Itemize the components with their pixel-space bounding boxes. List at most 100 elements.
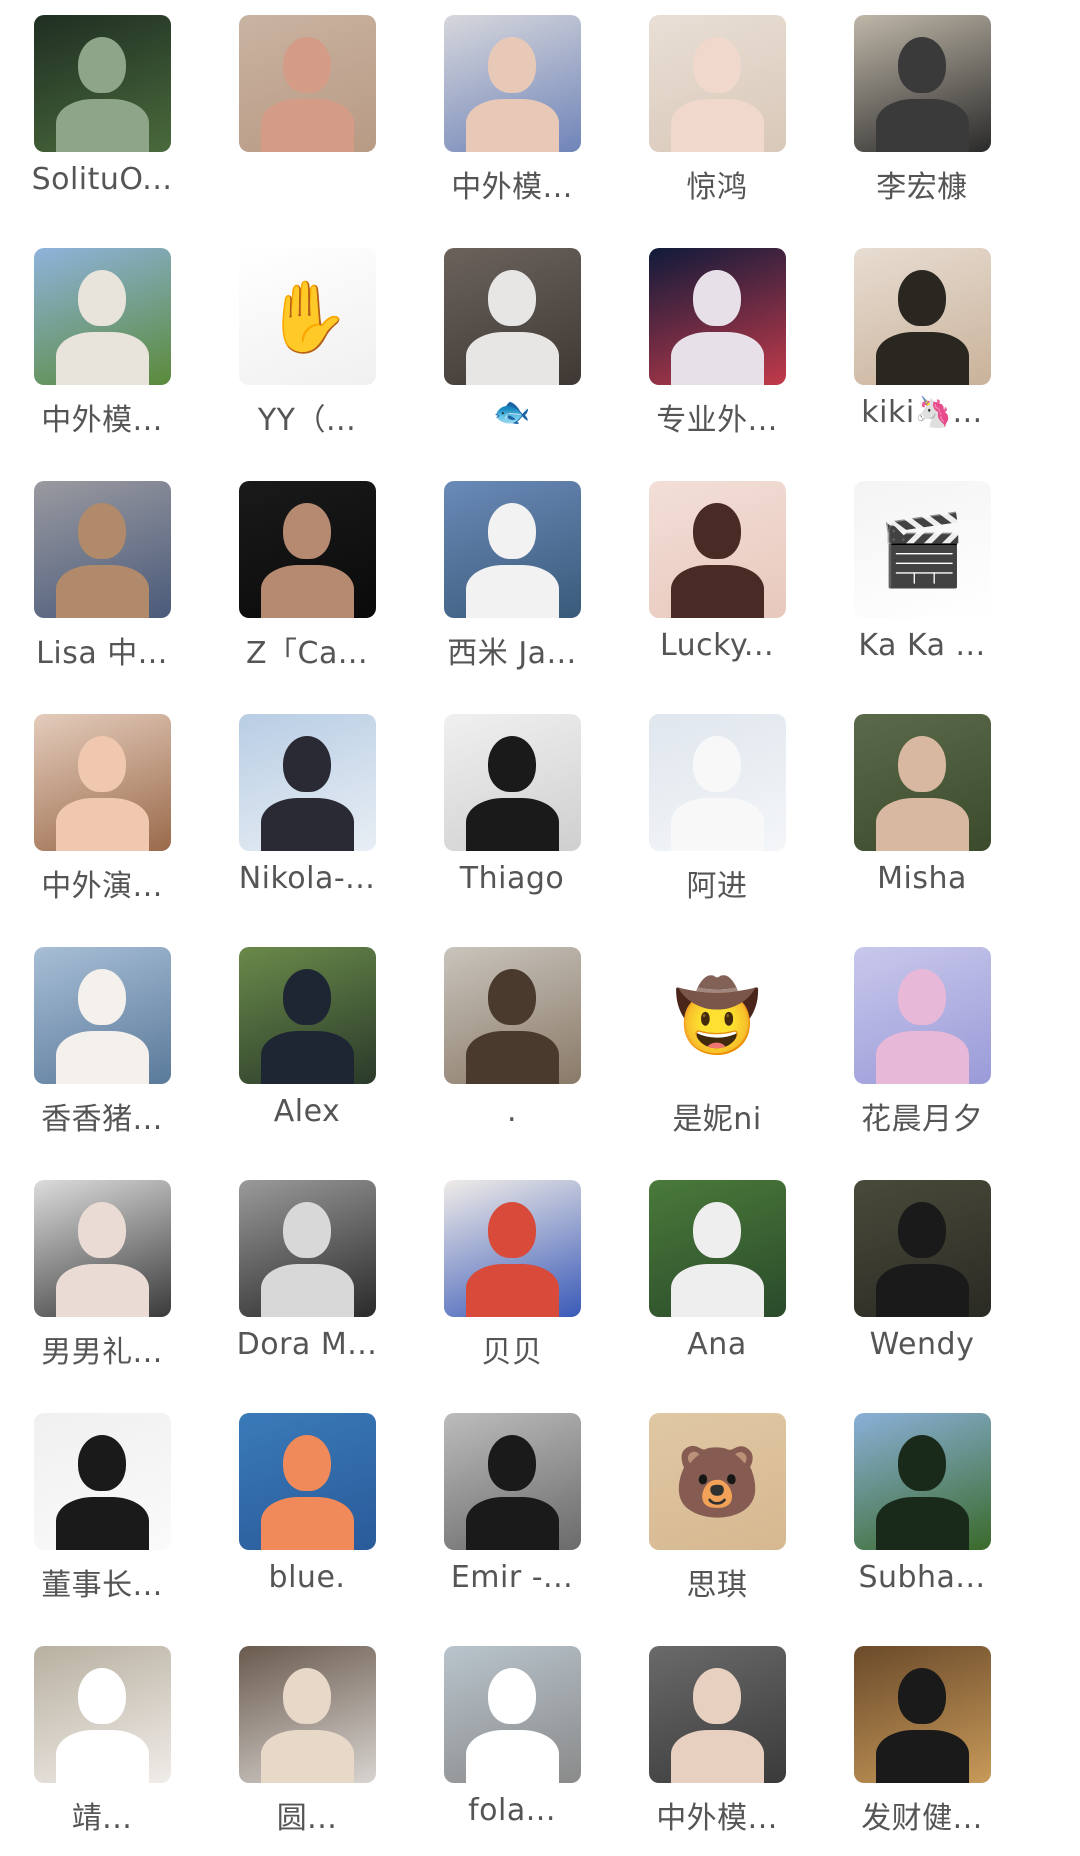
avatar[interactable] xyxy=(854,1646,991,1783)
member-cell[interactable]: Ana xyxy=(627,1180,797,1390)
avatar-person-head xyxy=(488,1202,536,1258)
avatar-person-body xyxy=(466,1264,559,1317)
avatar[interactable] xyxy=(649,15,786,152)
avatar[interactable] xyxy=(649,714,786,851)
avatar-person-body xyxy=(876,1497,969,1550)
member-cell[interactable]: blue. xyxy=(217,1413,387,1623)
member-name: YY（... xyxy=(257,403,357,438)
member-cell[interactable]: 🤠 是妮ni xyxy=(627,947,797,1157)
member-cell[interactable]: 中外模... xyxy=(12,248,182,458)
avatar-person-body xyxy=(261,1264,354,1317)
member-cell[interactable]: 阿进 xyxy=(627,714,797,924)
member-cell[interactable]: ✋ YY（... xyxy=(217,248,387,458)
avatar[interactable] xyxy=(854,1413,991,1550)
member-cell[interactable]: 董事长... xyxy=(12,1413,182,1623)
member-cell[interactable]: Subha... xyxy=(832,1413,1002,1623)
member-cell[interactable]: Wendy xyxy=(832,1180,1002,1390)
avatar[interactable] xyxy=(444,481,581,618)
member-cell[interactable]: 靖... xyxy=(12,1646,182,1856)
avatar[interactable] xyxy=(854,248,991,385)
member-cell[interactable]: Z「Ca... xyxy=(217,481,387,691)
avatar-person-body xyxy=(466,1730,559,1783)
member-cell[interactable]: 🐟 xyxy=(422,248,592,458)
avatar[interactable]: 🤠 xyxy=(649,947,786,1084)
avatar[interactable] xyxy=(649,248,786,385)
avatar[interactable] xyxy=(239,15,376,152)
avatar[interactable] xyxy=(34,714,171,851)
avatar[interactable] xyxy=(444,15,581,152)
member-cell[interactable]: 香香猪... xyxy=(12,947,182,1157)
member-cell[interactable]: Thiago xyxy=(422,714,592,924)
member-cell[interactable]: 中外模... xyxy=(627,1646,797,1856)
avatar[interactable] xyxy=(854,15,991,152)
member-cell[interactable]: 中外模... xyxy=(422,15,592,225)
member-cell[interactable]: Lisa 中... xyxy=(12,481,182,691)
avatar[interactable] xyxy=(649,1646,786,1783)
avatar[interactable] xyxy=(34,1180,171,1317)
avatar-person-body xyxy=(466,1031,559,1084)
avatar[interactable] xyxy=(239,1646,376,1783)
member-cell[interactable]: 🐻 思琪 xyxy=(627,1413,797,1623)
member-cell[interactable]: Emir -... xyxy=(422,1413,592,1623)
member-cell[interactable]: . xyxy=(422,947,592,1157)
avatar-person-body xyxy=(671,798,764,851)
avatar-person-body xyxy=(261,565,354,618)
member-cell[interactable]: Dora M... xyxy=(217,1180,387,1390)
member-cell[interactable]: Misha xyxy=(832,714,1002,924)
member-name: 专业外... xyxy=(656,403,778,438)
member-name: 思琪 xyxy=(686,1568,748,1603)
avatar[interactable] xyxy=(444,714,581,851)
avatar[interactable] xyxy=(649,481,786,618)
avatar-person-head xyxy=(898,1435,946,1491)
avatar-person-body xyxy=(671,1730,764,1783)
member-cell[interactable]: Lucky... xyxy=(627,481,797,691)
member-cell[interactable]: 圆... xyxy=(217,1646,387,1856)
member-cell[interactable]: 男男礼... xyxy=(12,1180,182,1390)
avatar[interactable] xyxy=(444,1646,581,1783)
avatar[interactable] xyxy=(34,15,171,152)
member-cell[interactable]: kiki🦄... xyxy=(832,248,1002,458)
avatar-person-head xyxy=(283,1435,331,1491)
member-cell[interactable]: Alex xyxy=(217,947,387,1157)
member-cell[interactable]: 惊鸿 xyxy=(627,15,797,225)
avatar-person-head xyxy=(283,1202,331,1258)
member-cell[interactable]: 贝贝 xyxy=(422,1180,592,1390)
avatar[interactable] xyxy=(239,947,376,1084)
member-cell[interactable] xyxy=(217,15,387,225)
avatar[interactable] xyxy=(854,1180,991,1317)
member-cell[interactable]: 李宏槺 xyxy=(832,15,1002,225)
member-cell[interactable]: SolituO... xyxy=(12,15,182,225)
avatar[interactable] xyxy=(444,248,581,385)
avatar[interactable] xyxy=(239,714,376,851)
member-cell[interactable]: 🎬 Ka Ka ... xyxy=(832,481,1002,691)
avatar[interactable] xyxy=(444,1413,581,1550)
avatar[interactable] xyxy=(239,481,376,618)
avatar-person-body xyxy=(466,332,559,385)
avatar[interactable] xyxy=(34,947,171,1084)
avatar[interactable] xyxy=(239,1413,376,1550)
avatar[interactable] xyxy=(854,714,991,851)
member-cell[interactable]: 发财健... xyxy=(832,1646,1002,1856)
member-cell[interactable]: 专业外... xyxy=(627,248,797,458)
member-cell[interactable]: 花晨月夕 xyxy=(832,947,1002,1157)
avatar[interactable] xyxy=(239,1180,376,1317)
avatar[interactable] xyxy=(854,947,991,1084)
avatar[interactable] xyxy=(34,1413,171,1550)
avatar[interactable] xyxy=(34,481,171,618)
avatar-person-head xyxy=(283,37,331,93)
member-cell[interactable]: 中外演... xyxy=(12,714,182,924)
member-cell[interactable]: Nikola-... xyxy=(217,714,387,924)
avatar[interactable] xyxy=(34,248,171,385)
avatar[interactable]: 🐻 xyxy=(649,1413,786,1550)
member-name: Ka Ka ... xyxy=(858,628,986,663)
avatar[interactable] xyxy=(649,1180,786,1317)
avatar[interactable]: ✋ xyxy=(239,248,376,385)
avatar[interactable] xyxy=(444,947,581,1084)
avatar[interactable] xyxy=(34,1646,171,1783)
member-cell[interactable]: 西米 Ja... xyxy=(422,481,592,691)
avatar[interactable]: 🎬 xyxy=(854,481,991,618)
member-cell[interactable]: fola... xyxy=(422,1646,592,1856)
avatar[interactable] xyxy=(444,1180,581,1317)
member-name: 阿进 xyxy=(686,869,748,904)
avatar-person-head xyxy=(488,1435,536,1491)
